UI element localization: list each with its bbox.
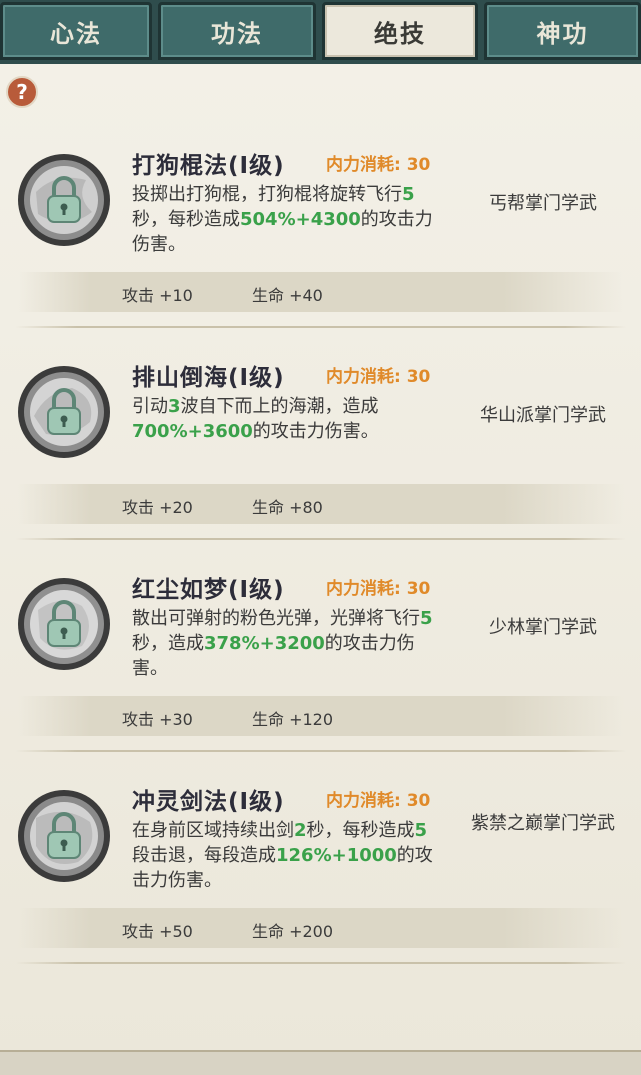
skill-source: 丐帮掌门学武 — [489, 193, 597, 214]
desc-text: 的攻击力伤害。 — [252, 421, 379, 442]
stat-life: 生命 +200 — [252, 922, 334, 941]
highlight-value: 3 — [168, 396, 181, 417]
skill-name: 打狗棍法(Ⅰ级) — [132, 153, 285, 179]
stat-life: 生命 +40 — [252, 286, 323, 305]
skill-item[interactable]: 红尘如梦(Ⅰ级) 内力消耗: 30 散出可弹射的粉色光弹，光弹将飞行5 秒，造成3… — [0, 554, 641, 766]
stat-attack: 攻击 +30 — [122, 710, 193, 729]
desc-text: 秒，每秒造成 — [306, 820, 415, 841]
desc-text: 段击退，每段造成 — [132, 845, 276, 866]
tab-xinfa[interactable]: 心法 — [0, 2, 152, 60]
divider — [16, 962, 626, 964]
tab-shengong[interactable]: 神功 — [484, 2, 641, 60]
highlight-value: 378%+3200 — [204, 633, 325, 654]
divider — [16, 750, 626, 752]
skill-cost: 内力消耗: 30 — [326, 791, 431, 811]
skill-locked-icon — [16, 576, 112, 672]
skill-cost: 内力消耗: 30 — [326, 155, 431, 175]
bottom-frame — [0, 1050, 641, 1075]
skill-description: 投掷出打狗棍，打狗棍将旋转飞行5秒，每秒造成504%+4300的攻击力伤害。 — [132, 182, 442, 257]
desc-text: 秒，每秒造成 — [132, 209, 240, 230]
skill-locked-icon — [16, 364, 112, 460]
help-icon[interactable]: ? — [6, 76, 38, 108]
highlight-value: 5 — [420, 608, 433, 629]
skill-item[interactable]: 排山倒海(Ⅰ级) 内力消耗: 30 引动3波自下而上的海潮，造成 700%+360… — [0, 342, 641, 554]
skill-description: 引动3波自下而上的海潮，造成 700%+3600的攻击力伤害。 — [132, 394, 442, 444]
highlight-value: 504%+4300 — [240, 209, 361, 230]
skill-item[interactable]: 打狗棍法(Ⅰ级) 内力消耗: 30 投掷出打狗棍，打狗棍将旋转飞行5 秒，每秒造成… — [0, 130, 641, 342]
highlight-value: 2 — [294, 820, 307, 841]
stat-life: 生命 +120 — [252, 710, 334, 729]
skill-source: 少林掌门学武 — [489, 617, 597, 638]
tab-juji[interactable]: 绝技 — [322, 2, 478, 60]
skill-description: 在身前区域持续出剑2秒，每秒造成5段击退，每段造成126%+1000的攻击力伤害… — [132, 818, 442, 893]
stat-attack: 攻击 +20 — [122, 498, 193, 517]
stat-attack: 攻击 +50 — [122, 922, 193, 941]
desc-text: 散出可弹射的粉色光弹，光弹将飞行 — [132, 608, 420, 629]
stat-life: 生命 +80 — [252, 498, 323, 517]
desc-text: 秒，造成 — [132, 633, 204, 654]
skill-name: 红尘如梦(Ⅰ级) — [132, 577, 285, 603]
skill-name: 冲灵剑法(Ⅰ级) — [132, 789, 285, 815]
tab-bar: 心法 功法 绝技 神功 — [0, 0, 641, 64]
skill-locked-icon — [16, 788, 112, 884]
highlight-value: 700%+3600 — [132, 421, 253, 442]
skill-description: 散出可弹射的粉色光弹，光弹将飞行5秒，造成378%+3200的攻击力伤害。 — [132, 606, 442, 681]
skill-item[interactable]: 冲灵剑法(Ⅰ级) 内力消耗: 30 在身前区域持续出剑2秒，每秒造成5 段击退，每… — [0, 766, 641, 978]
skill-name: 排山倒海(Ⅰ级) — [132, 365, 285, 391]
stat-attack: 攻击 +10 — [122, 286, 193, 305]
skill-source: 华山派掌门学武 — [480, 405, 606, 426]
highlight-value: 126%+1000 — [276, 845, 397, 866]
desc-text: 引动 — [132, 396, 168, 417]
skill-cost: 内力消耗: 30 — [326, 579, 431, 599]
skill-source: 紫禁之巅掌门学武 — [471, 813, 615, 834]
highlight-value: 5 — [414, 820, 428, 841]
desc-text: 在身前区域持续出剑 — [132, 820, 294, 841]
skill-locked-icon — [16, 152, 112, 248]
desc-text: 波自下而上的海潮，造成 — [180, 396, 379, 417]
divider — [16, 326, 626, 328]
tab-gongfa[interactable]: 功法 — [158, 2, 316, 60]
skill-cost: 内力消耗: 30 — [326, 367, 431, 387]
divider — [16, 538, 626, 540]
highlight-value: 5 — [402, 184, 415, 205]
desc-text: 投掷出打狗棍，打狗棍将旋转飞行 — [132, 184, 402, 205]
